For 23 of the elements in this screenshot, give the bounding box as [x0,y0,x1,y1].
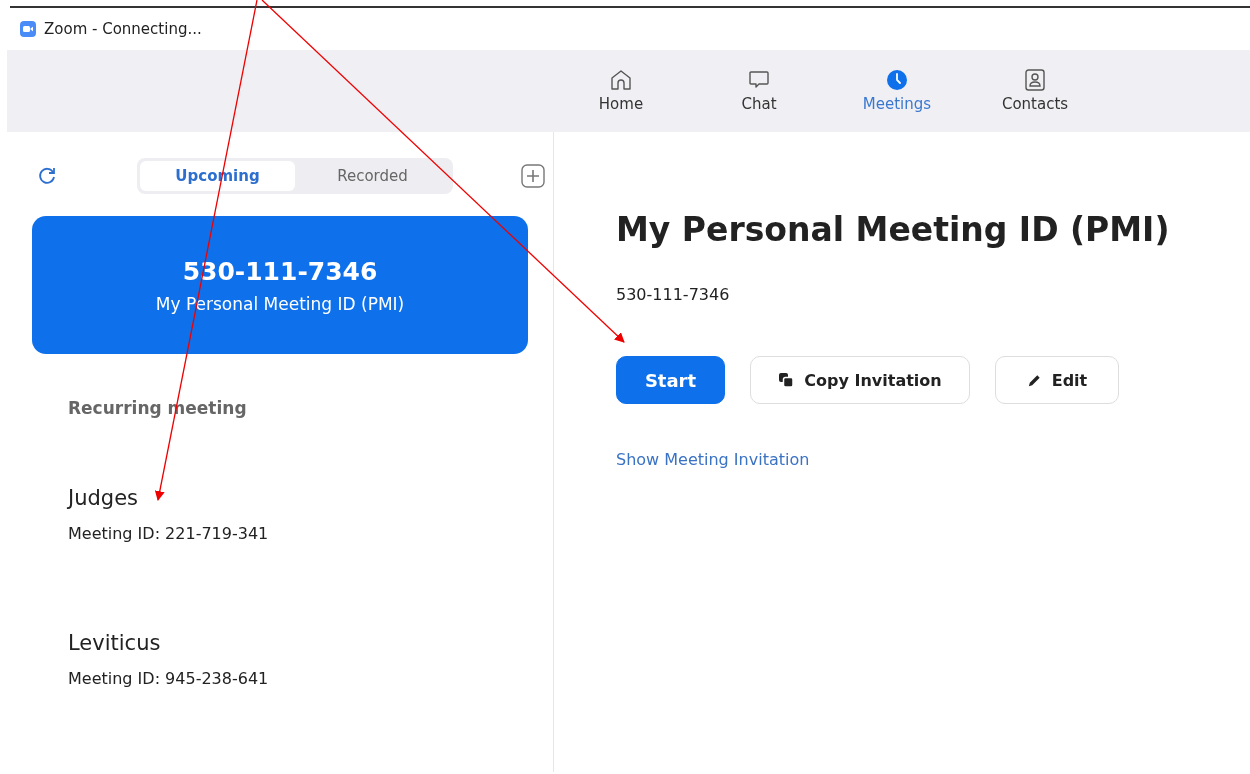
meeting-id: 530-111-7346 [616,285,731,304]
meeting-title: My Personal Meeting ID (PMI) [616,210,1171,249]
meeting-name[interactable]: Judges [68,486,139,510]
nav-tab[interactable]: Meetings [851,50,943,132]
nav-tab[interactable]: Contacts [989,50,1081,132]
show-invitation-link[interactable]: Show Meeting Invitation [616,450,810,469]
nav-tab[interactable]: Home [575,50,667,132]
meeting-name[interactable]: Leviticus [68,631,161,655]
copy-icon [778,372,795,388]
window-title: Zoom - Connecting... [44,20,202,38]
start-button[interactable]: Start [616,356,725,404]
home-icon [610,69,632,91]
app-logo-icon [20,21,36,37]
segment-tab[interactable]: Recorded [295,161,450,191]
contact-card-icon [1024,69,1046,91]
nav-tab[interactable]: Chat [713,50,805,132]
edit-button[interactable]: Edit [995,356,1119,404]
clock-icon [886,69,908,91]
meeting-id: Meeting ID: 221-719-341 [68,524,269,543]
add-icon[interactable] [521,164,545,188]
meeting-id: Meeting ID: 945-238-641 [68,669,269,688]
refresh-icon[interactable] [37,166,57,186]
copy-invitation-button[interactable]: Copy Invitation [750,356,970,404]
